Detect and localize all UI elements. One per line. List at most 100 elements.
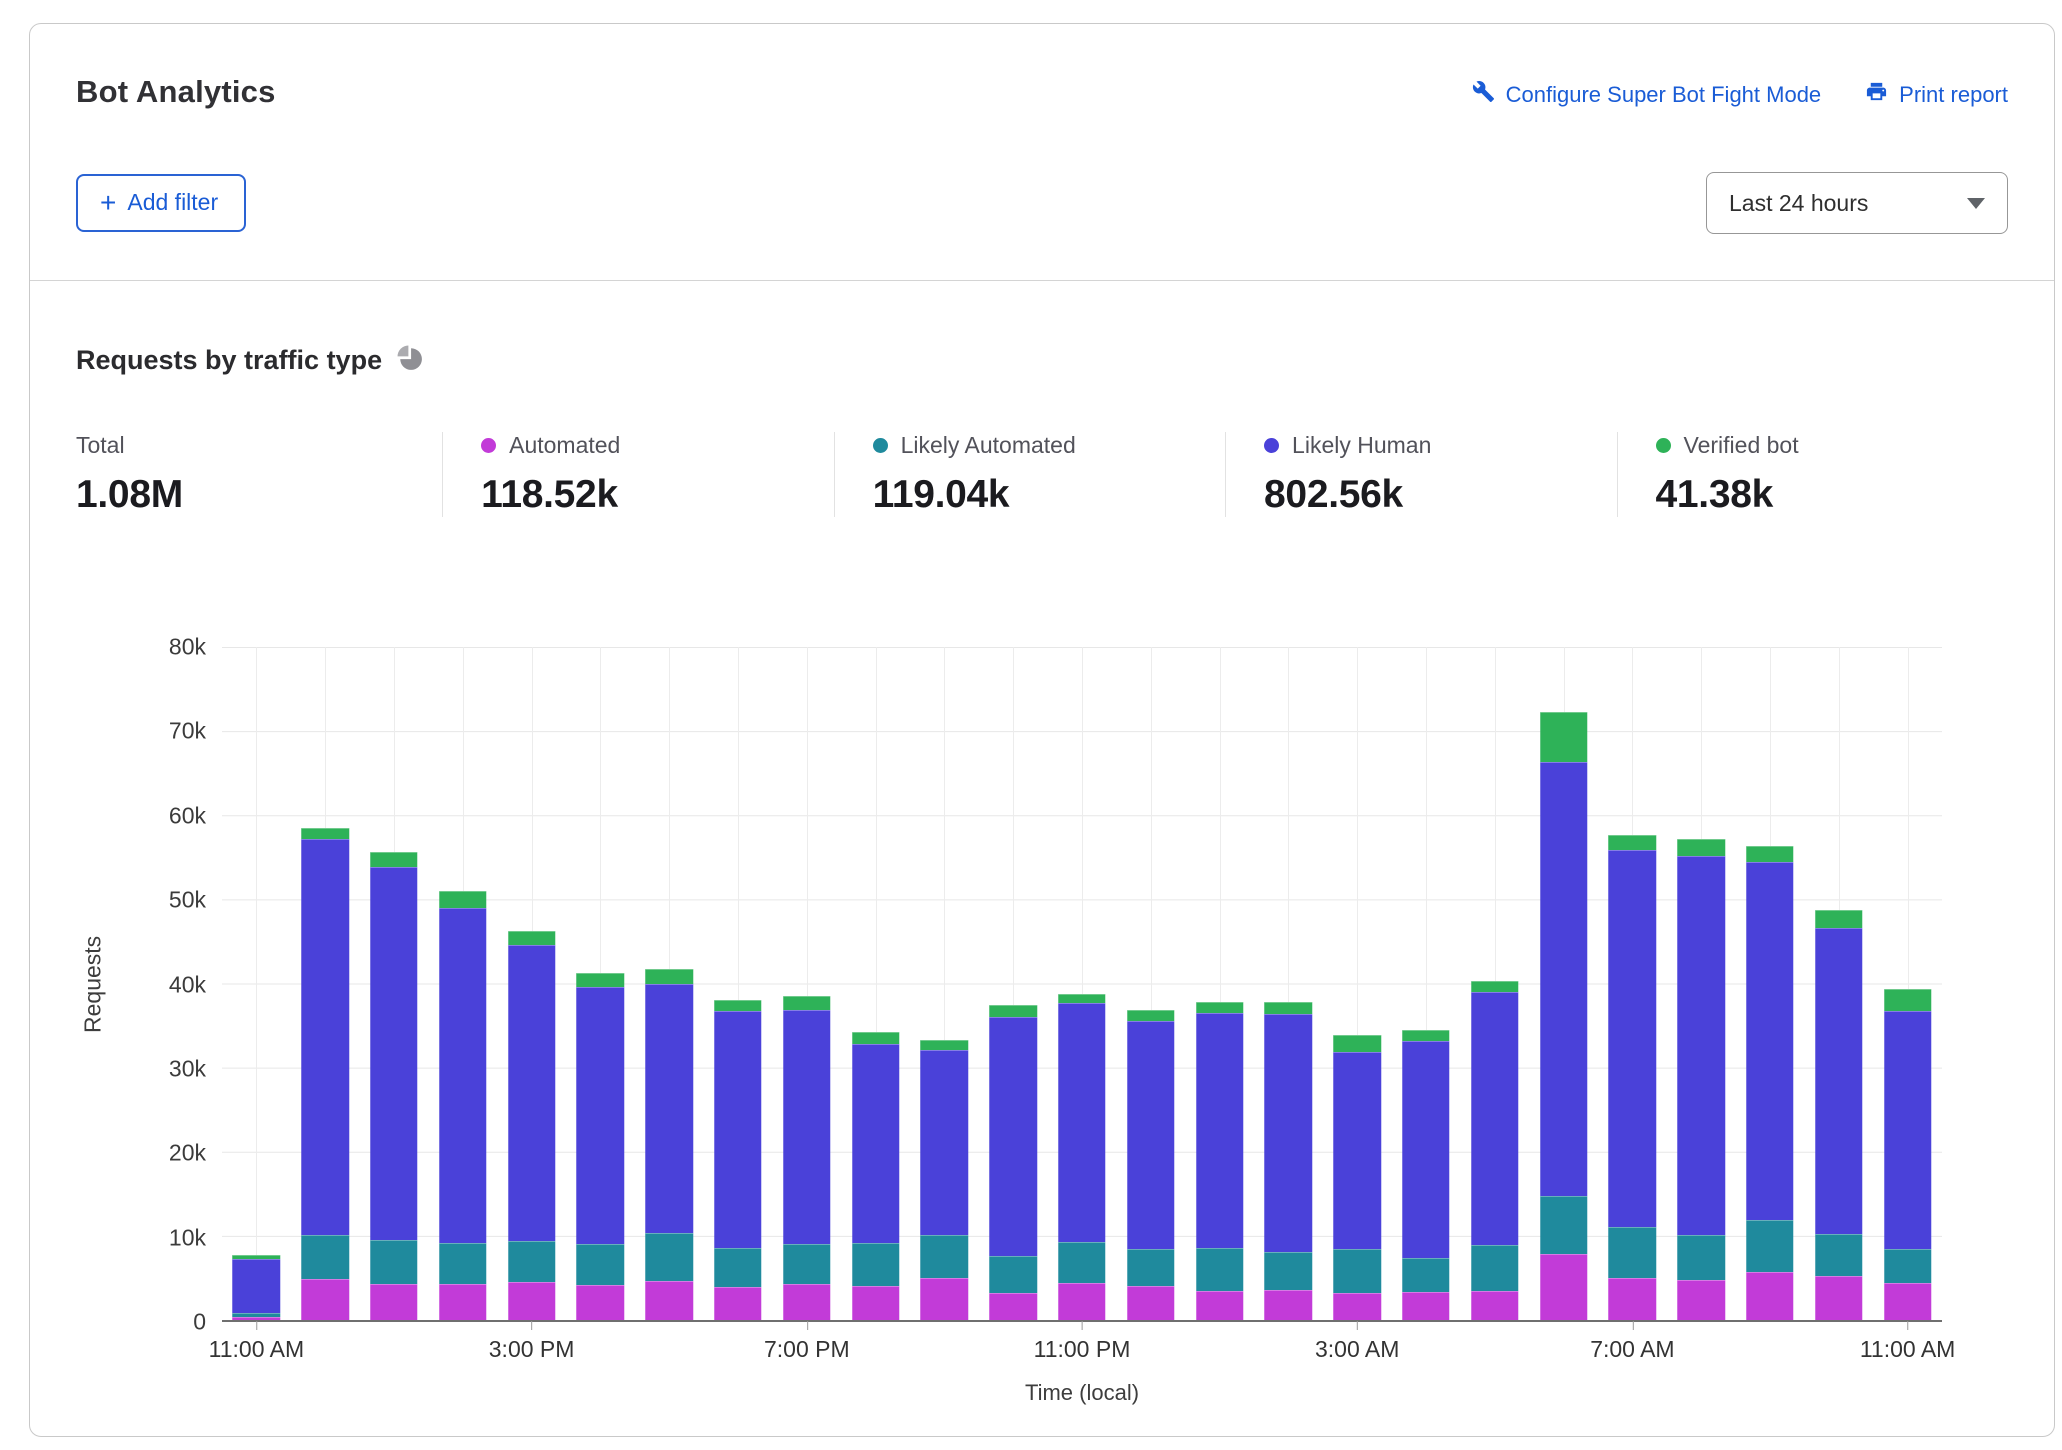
likely-automated-segment	[1677, 1235, 1724, 1280]
likely-human-segment	[921, 1050, 968, 1235]
stacked-bar	[508, 931, 555, 1320]
printer-icon	[1865, 80, 1888, 109]
stats-row: Total 1.08M Automated 118.52k Likely Aut…	[76, 432, 2008, 517]
bar-slot	[704, 647, 773, 1320]
print-report-link[interactable]: Print report	[1865, 80, 2008, 109]
verified-bot-segment	[1402, 1030, 1449, 1041]
stacked-bar	[1540, 712, 1587, 1320]
stacked-bar	[1058, 994, 1105, 1320]
chevron-down-icon	[1967, 198, 1985, 209]
automated-segment	[1196, 1291, 1243, 1320]
stat-label: Verified bot	[1684, 432, 1799, 459]
verified-bot-segment	[1677, 839, 1724, 856]
y-tick-label: 70k	[169, 718, 206, 745]
likely-automated-segment	[852, 1243, 899, 1286]
configure-super-bot-fight-mode-link[interactable]: Configure Super Bot Fight Mode	[1472, 80, 1822, 109]
verified-bot-segment	[508, 931, 555, 944]
add-filter-button[interactable]: + Add filter	[76, 174, 246, 232]
requests-section: Requests by traffic type Total 1.08M Aut…	[30, 281, 2054, 1406]
likely-automated-segment	[783, 1244, 830, 1284]
stacked-bar	[1196, 1002, 1243, 1320]
likely-automated-segment	[1402, 1258, 1449, 1292]
x-tick-label: 3:00 AM	[1315, 1336, 1399, 1363]
likely-human-segment	[1471, 992, 1518, 1245]
verified-bot-segment	[852, 1032, 899, 1044]
y-tick-label: 0	[193, 1309, 206, 1336]
y-tick-label: 20k	[169, 1140, 206, 1167]
automated-segment	[921, 1278, 968, 1320]
verified-bot-segment	[1609, 835, 1656, 850]
configure-link-label: Configure Super Bot Fight Mode	[1506, 82, 1822, 108]
verified-bot-segment	[1471, 981, 1518, 992]
add-filter-label: Add filter	[127, 189, 218, 216]
stacked-bar	[921, 1040, 968, 1320]
likely-automated-segment	[1746, 1220, 1793, 1271]
bar-slot	[1392, 647, 1461, 1320]
stat-total: Total 1.08M	[76, 432, 442, 517]
automated-segment	[1471, 1291, 1518, 1320]
card-header: Bot Analytics Configure Super Bot Fight …	[30, 24, 2054, 280]
automated-segment	[1884, 1283, 1931, 1320]
likely-human-segment	[989, 1017, 1036, 1255]
likely-human-segment	[1333, 1052, 1380, 1249]
verified-bot-segment	[921, 1040, 968, 1050]
y-axis-title: Requests	[76, 647, 110, 1322]
verified-bot-segment	[1815, 910, 1862, 928]
section-title: Requests by traffic type	[76, 345, 382, 376]
stat-label: Likely Automated	[901, 432, 1076, 459]
verified-bot-segment	[1540, 712, 1587, 762]
verified-bot-dot-icon	[1656, 438, 1671, 453]
automated-segment	[370, 1284, 417, 1320]
bar-slot	[291, 647, 360, 1320]
likely-automated-segment	[1540, 1196, 1587, 1254]
requests-chart: Requests 010k20k30k40k50k60k70k80k 11:00…	[76, 647, 2008, 1406]
stacked-bar	[783, 996, 830, 1320]
bar-slot	[910, 647, 979, 1320]
likely-human-segment	[714, 1011, 761, 1247]
likely-automated-segment	[1058, 1242, 1105, 1282]
bar-slot	[1804, 647, 1873, 1320]
verified-bot-segment	[577, 973, 624, 987]
verified-bot-segment	[714, 1000, 761, 1012]
y-tick-label: 50k	[169, 887, 206, 914]
likely-human-dot-icon	[1264, 438, 1279, 453]
likely-human-segment	[1677, 856, 1724, 1235]
bar-slot	[979, 647, 1048, 1320]
stat-automated: Automated 118.52k	[442, 432, 833, 517]
plus-icon: +	[100, 192, 116, 214]
likely-human-segment	[1884, 1011, 1931, 1248]
bar-slot	[1048, 647, 1117, 1320]
automated-segment	[1815, 1276, 1862, 1320]
y-tick-label: 40k	[169, 971, 206, 998]
stacked-bar	[301, 828, 348, 1320]
x-axis-labels: 11:00 AM3:00 PM7:00 PM11:00 PM3:00 AM7:0…	[222, 1336, 1942, 1372]
stacked-bar	[1333, 1035, 1380, 1320]
stacked-bar	[1471, 981, 1518, 1320]
likely-automated-segment	[439, 1243, 486, 1284]
likely-automated-segment	[370, 1240, 417, 1284]
stat-value: 118.52k	[481, 473, 803, 517]
verified-bot-segment	[439, 891, 486, 908]
stacked-bar	[233, 1255, 280, 1320]
y-tick-label: 80k	[169, 634, 206, 661]
automated-segment	[1540, 1254, 1587, 1320]
stat-label: Automated	[509, 432, 620, 459]
bar-slot	[635, 647, 704, 1320]
verified-bot-segment	[1058, 994, 1105, 1003]
verified-bot-segment	[1884, 989, 1931, 1011]
likely-automated-segment	[714, 1248, 761, 1288]
likely-automated-segment	[921, 1235, 968, 1277]
likely-automated-segment	[1884, 1249, 1931, 1283]
time-range-select[interactable]: Last 24 hours	[1706, 172, 2008, 234]
stacked-bar	[1746, 846, 1793, 1320]
likely-human-segment	[1540, 762, 1587, 1196]
bar-slot	[1529, 647, 1598, 1320]
vertical-gridline	[256, 647, 257, 1320]
likely-human-segment	[852, 1044, 899, 1243]
likely-automated-segment	[1196, 1248, 1243, 1292]
stat-label: Total	[76, 432, 125, 459]
automated-segment	[1402, 1292, 1449, 1320]
likely-human-segment	[370, 867, 417, 1241]
stat-likely-human: Likely Human 802.56k	[1225, 432, 1616, 517]
bar-slot	[428, 647, 497, 1320]
